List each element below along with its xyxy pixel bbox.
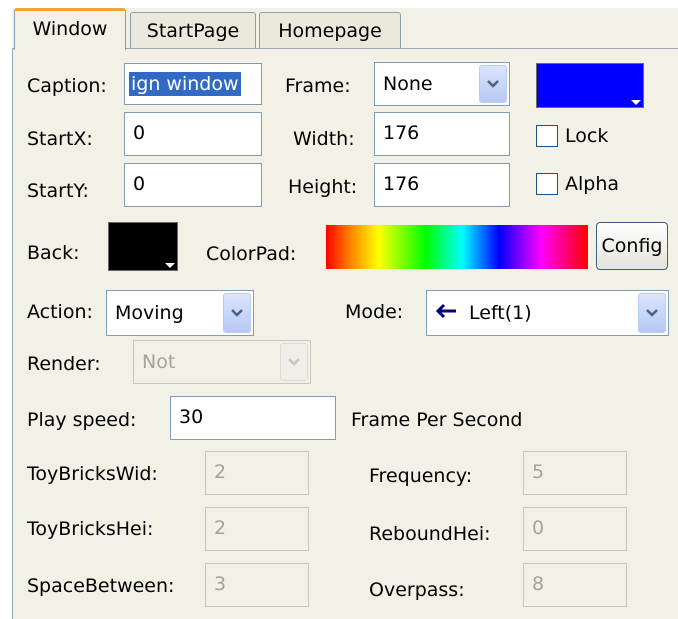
startx-label: StartX:	[27, 128, 93, 150]
overpass-input: 8	[523, 563, 627, 607]
frame-label: Frame:	[285, 75, 351, 97]
arrow-left-icon	[435, 302, 457, 324]
mode-label: Mode:	[345, 301, 404, 323]
play-speed-input[interactable]: 30	[170, 396, 336, 440]
caption-input[interactable]: ign window	[124, 63, 262, 105]
render-value: Not	[142, 351, 176, 373]
colorpad-label: ColorPad:	[206, 243, 297, 265]
frame-select[interactable]: None	[374, 62, 510, 106]
alpha-label: Alpha	[565, 173, 620, 195]
tab-homepage[interactable]: Homepage	[259, 12, 401, 49]
config-button-label: Config	[601, 235, 663, 257]
toy-bricks-hei-input: 2	[205, 507, 309, 551]
chevron-down-icon[interactable]	[223, 293, 251, 333]
toy-bricks-hei-label: ToyBricksHei:	[27, 518, 154, 540]
space-between-label: SpaceBetween:	[27, 575, 175, 597]
frequency-label: Frequency:	[369, 465, 473, 487]
alpha-checkbox[interactable]	[536, 173, 558, 195]
toy-bricks-wid-label: ToyBricksWid:	[27, 463, 158, 485]
tab-window[interactable]: Window	[14, 8, 126, 50]
lock-checkbox[interactable]	[536, 125, 558, 147]
toy-bricks-wid-input: 2	[205, 451, 309, 495]
caret-down-icon	[631, 100, 641, 105]
caption-value: ign window	[129, 72, 241, 96]
config-button[interactable]: Config	[596, 222, 668, 270]
rebound-hei-label: ReboundHei:	[369, 523, 491, 545]
back-color-swatch[interactable]	[108, 222, 178, 271]
tab-startpage[interactable]: StartPage	[130, 12, 256, 49]
starty-label: StartY:	[27, 180, 89, 202]
frame-color-swatch[interactable]	[536, 63, 644, 108]
width-label: Width:	[293, 128, 355, 150]
caption-label: Caption:	[27, 75, 107, 97]
height-label: Height:	[288, 176, 358, 198]
frame-value: None	[383, 73, 433, 95]
frequency-input: 5	[523, 451, 627, 495]
color-pad-gradient[interactable]	[326, 225, 588, 269]
caret-down-icon	[165, 263, 175, 268]
lock-label: Lock	[565, 125, 609, 147]
rebound-hei-input: 0	[523, 507, 627, 551]
mode-select[interactable]: Left(1)	[426, 290, 669, 336]
space-between-input: 3	[205, 563, 309, 607]
overpass-label: Overpass:	[369, 579, 465, 601]
starty-input[interactable]: 0	[124, 163, 262, 207]
startx-input[interactable]: 0	[124, 112, 262, 156]
chevron-down-icon[interactable]	[638, 293, 666, 333]
back-label: Back:	[27, 242, 80, 264]
mode-value: Left(1)	[469, 302, 532, 324]
action-value: Moving	[115, 302, 184, 324]
play-speed-unit: Frame Per Second	[351, 409, 523, 431]
play-speed-label: Play speed:	[27, 409, 137, 431]
action-label: Action:	[27, 301, 93, 323]
chevron-down-icon	[280, 343, 308, 381]
render-label: Render:	[27, 353, 101, 375]
render-select: Not	[133, 340, 311, 384]
width-input[interactable]: 176	[374, 112, 510, 156]
chevron-down-icon[interactable]	[479, 65, 507, 103]
height-input[interactable]: 176	[374, 163, 510, 207]
action-select[interactable]: Moving	[106, 290, 254, 336]
